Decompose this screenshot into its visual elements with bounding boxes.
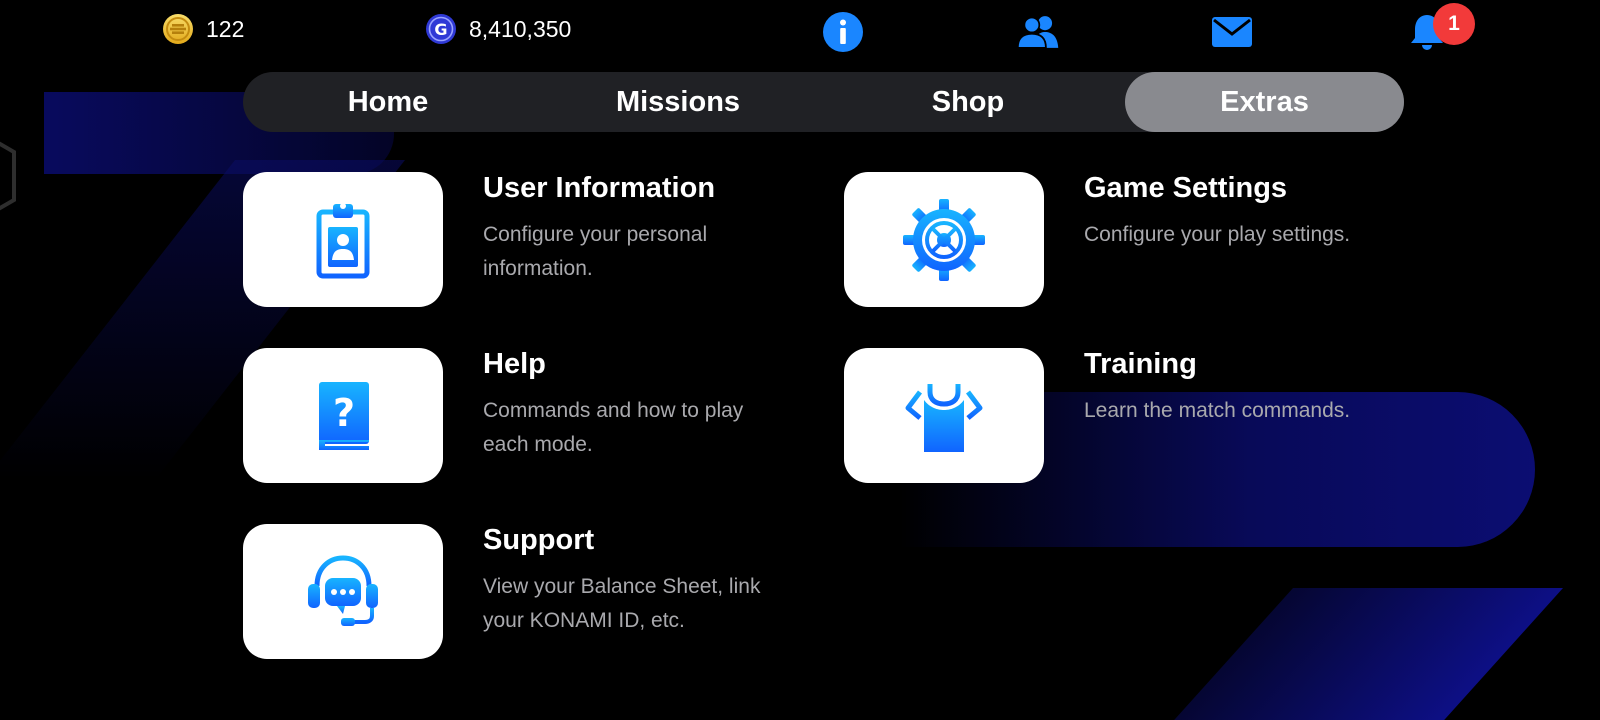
- friends-icon: [1016, 16, 1059, 49]
- tab-home[interactable]: Home: [243, 72, 533, 132]
- help-title: Help: [483, 348, 546, 380]
- support-title: Support: [483, 524, 595, 556]
- training-button[interactable]: [844, 348, 1044, 483]
- background-hexagon: [0, 141, 16, 211]
- tab-shop[interactable]: Shop: [823, 72, 1113, 132]
- id-badge-icon: [316, 202, 370, 278]
- user-information-description: Configure your personal information.: [483, 223, 708, 280]
- gear-icon: [903, 198, 985, 281]
- gp-icon: G: [426, 14, 456, 44]
- background-stripe: [1166, 588, 1564, 720]
- svg-text:G: G: [434, 20, 447, 39]
- training-title: Training: [1084, 348, 1197, 380]
- coin-icon: [163, 14, 193, 44]
- mail-button[interactable]: [1210, 10, 1254, 54]
- support-button[interactable]: [243, 524, 443, 659]
- coin-amount: 122: [206, 15, 245, 42]
- gp-balance[interactable]: G 8,410,350: [425, 13, 571, 45]
- notification-badge: 1: [1433, 3, 1475, 45]
- svg-text:?: ?: [333, 391, 355, 435]
- coin-balance[interactable]: 122: [162, 13, 244, 45]
- help-button[interactable]: ?: [243, 348, 443, 483]
- help-book-icon: ?: [319, 381, 369, 450]
- tab-missions[interactable]: Missions: [533, 72, 823, 132]
- tab-extras[interactable]: Extras: [1125, 72, 1404, 132]
- training-description: Learn the match commands.: [1084, 399, 1351, 422]
- help-description: Commands and how to play each mode.: [483, 399, 744, 456]
- mail-icon: [1212, 17, 1252, 47]
- training-shirt-icon: [905, 383, 983, 452]
- friends-button[interactable]: [1016, 10, 1060, 54]
- game-settings-title: Game Settings: [1084, 172, 1288, 204]
- game-settings-button[interactable]: [844, 172, 1044, 307]
- game-settings-description: Configure your play settings.: [1084, 223, 1351, 246]
- top-bar: 122 G 8,410,350 1: [0, 0, 1600, 60]
- gp-amount: 8,410,350: [469, 15, 572, 42]
- info-button[interactable]: [821, 10, 865, 54]
- info-icon: [823, 12, 863, 52]
- user-information-title: User Information: [483, 172, 716, 204]
- user-information-button[interactable]: [243, 172, 443, 307]
- support-description: View your Balance Sheet, link your KONAM…: [483, 575, 761, 632]
- support-headset-icon: [308, 554, 378, 626]
- main-tab-bar: Home Missions Shop Extras: [243, 72, 1404, 132]
